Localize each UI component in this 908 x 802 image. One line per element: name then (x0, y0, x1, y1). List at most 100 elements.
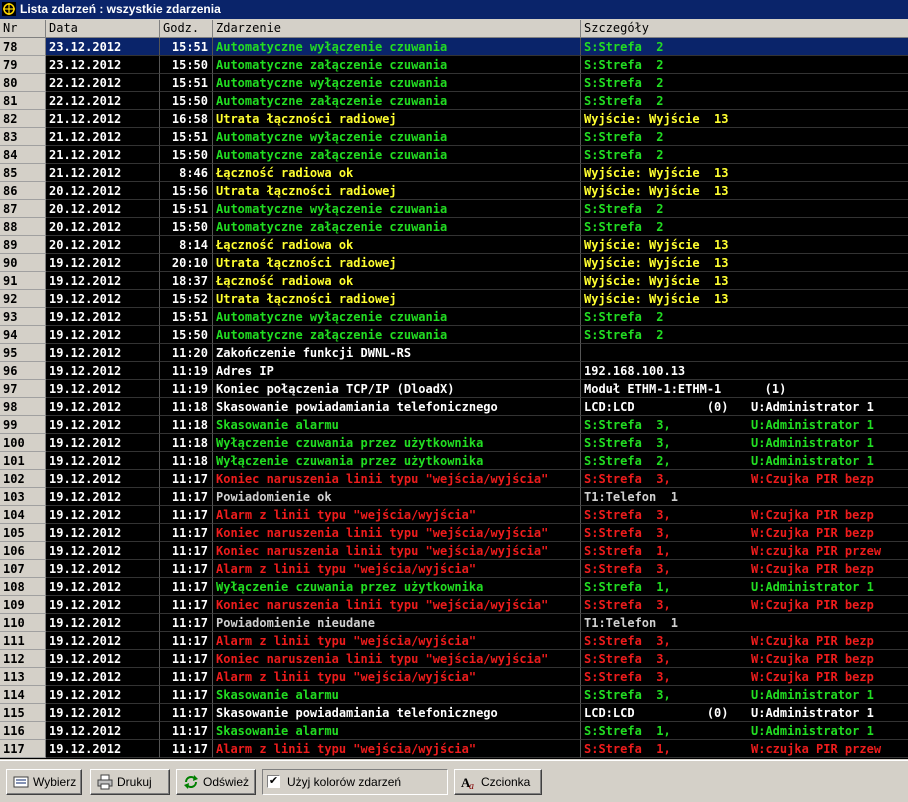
cell-nr: 79 (0, 56, 46, 74)
cell-event: Alarm z linii typu "wejścia/wyjścia" (213, 740, 581, 758)
table-row[interactable]: 113 19.12.2012 11:17 Alarm z linii typu "we… (0, 668, 908, 686)
table-row[interactable]: 103 19.12.2012 11:17 Powiadomienie ok T1:Tel… (0, 488, 908, 506)
table-row[interactable]: 93 19.12.2012 15:51 Automatyczne wyłączenie… (0, 308, 908, 326)
cell-time: 11:18 (160, 452, 213, 470)
cell-date: 20.12.2012 (46, 182, 160, 200)
details-primary: S:Strefa 1, (584, 742, 671, 756)
cell-nr: 88 (0, 218, 46, 236)
table-row[interactable]: 88 20.12.2012 15:50 Automatyczne załączenie… (0, 218, 908, 236)
window-title: Lista zdarzeń : wszystkie zdarzenia (20, 2, 221, 16)
table-row[interactable]: 95 19.12.2012 11:20 Zakończenie funkcji DWN… (0, 344, 908, 362)
table-row[interactable]: 101 19.12.2012 11:18 Wyłączenie czuwania pr… (0, 452, 908, 470)
table-row[interactable]: 104 19.12.2012 11:17 Alarm z linii typu "we… (0, 506, 908, 524)
cell-event: Łączność radiowa ok (213, 272, 581, 290)
cell-nr: 109 (0, 596, 46, 614)
cell-date: 19.12.2012 (46, 632, 160, 650)
table-row[interactable]: 94 19.12.2012 15:50 Automatyczne załączenie… (0, 326, 908, 344)
table-row[interactable]: 78 23.12.2012 15:51 Automatyczne wyłączenie… (0, 38, 908, 56)
cell-details: S:Strefa 1, W:czujka PIR przew (581, 542, 908, 560)
font-icon: A a (461, 775, 474, 790)
details-secondary: W:Czujka PIR bezp (751, 598, 874, 612)
details-primary: Wyjście: Wyjście 13 (584, 166, 729, 180)
details-secondary: U:Administrator 1 (751, 724, 874, 738)
table-row[interactable]: 100 19.12.2012 11:18 Wyłączenie czuwania pr… (0, 434, 908, 452)
column-header-time[interactable]: Godz. (160, 20, 213, 37)
table-row[interactable]: 108 19.12.2012 11:17 Wyłączenie czuwania pr… (0, 578, 908, 596)
details-primary: 192.168.100.13 (584, 364, 686, 378)
cell-date: 19.12.2012 (46, 452, 160, 470)
details-secondary: W:Czujka PIR bezp (751, 472, 874, 486)
cell-nr: 86 (0, 182, 46, 200)
column-header-event[interactable]: Zdarzenie (213, 20, 581, 37)
table-row[interactable]: 84 21.12.2012 15:50 Automatyczne załączenie… (0, 146, 908, 164)
table-row[interactable]: 91 19.12.2012 18:37 Łączność radiowa ok Wyjś… (0, 272, 908, 290)
table-row[interactable]: 82 21.12.2012 16:58 Utrata łączności radiow… (0, 110, 908, 128)
details-primary: S:Strefa 3, (584, 436, 671, 450)
table-row[interactable]: 110 19.12.2012 11:17 Powiadomienie nieudane… (0, 614, 908, 632)
table-row[interactable]: 115 19.12.2012 11:17 Skasowanie powiadamian… (0, 704, 908, 722)
table-row[interactable]: 85 21.12.2012 8:46 Łączność radiowa ok Wyjśc… (0, 164, 908, 182)
cell-event: Utrata łączności radiowej (213, 290, 581, 308)
details-primary: S:Strefa 2 (584, 94, 664, 108)
table-row[interactable]: 116 19.12.2012 11:17 Skasowanie alarmu S:Str… (0, 722, 908, 740)
table-row[interactable]: 79 23.12.2012 15:50 Automatyczne załączenie… (0, 56, 908, 74)
table-row[interactable]: 106 19.12.2012 11:17 Koniec naruszenia lini… (0, 542, 908, 560)
table-row[interactable]: 96 19.12.2012 11:19 Adres IP 192.168.100.13 (0, 362, 908, 380)
details-secondary: U:Administrator 1 (751, 418, 874, 432)
cell-date: 19.12.2012 (46, 722, 160, 740)
table-row[interactable]: 102 19.12.2012 11:17 Koniec naruszenia lini… (0, 470, 908, 488)
cell-nr: 87 (0, 200, 46, 218)
table-row[interactable]: 117 19.12.2012 11:17 Alarm z linii typu "we… (0, 740, 908, 758)
print-button[interactable]: Drukuj (90, 769, 170, 795)
font-button[interactable]: A a Czcionka (454, 769, 542, 795)
table-row[interactable]: 98 19.12.2012 11:18 Skasowanie powiadamiani… (0, 398, 908, 416)
table-row[interactable]: 105 19.12.2012 11:17 Koniec naruszenia lini… (0, 524, 908, 542)
use-event-colors-checkbox[interactable]: ✔ Użyj kolorów zdarzeń (262, 769, 448, 795)
select-button[interactable]: Wybierz (6, 769, 82, 795)
column-header-details[interactable]: Szczegóły (581, 20, 908, 37)
table-row[interactable]: 111 19.12.2012 11:17 Alarm z linii typu "we… (0, 632, 908, 650)
table-row[interactable]: 109 19.12.2012 11:17 Koniec naruszenia lini… (0, 596, 908, 614)
details-primary: S:Strefa 3, (584, 670, 671, 684)
table-row[interactable]: 83 21.12.2012 15:51 Automatyczne wyłączenie… (0, 128, 908, 146)
table-row[interactable]: 89 20.12.2012 8:14 Łączność radiowa ok Wyjśc… (0, 236, 908, 254)
details-secondary: U:Administrator 1 (751, 706, 874, 720)
details-primary: S:Strefa 2 (584, 76, 664, 90)
details-primary: S:Strefa 3, (584, 652, 671, 666)
refresh-button[interactable]: Odśwież (176, 769, 256, 795)
cell-date: 19.12.2012 (46, 416, 160, 434)
table-row[interactable]: 81 22.12.2012 15:50 Automatyczne załączenie… (0, 92, 908, 110)
table-row[interactable]: 114 19.12.2012 11:17 Skasowanie alarmu S:Str… (0, 686, 908, 704)
table-row[interactable]: 90 19.12.2012 20:10 Utrata łączności radiow… (0, 254, 908, 272)
table-row[interactable]: 99 19.12.2012 11:18 Skasowanie alarmu S:Stre… (0, 416, 908, 434)
table-row[interactable]: 112 19.12.2012 11:17 Koniec naruszenia lini… (0, 650, 908, 668)
events-table[interactable]: 78 23.12.2012 15:51 Automatyczne wyłączenie… (0, 38, 908, 759)
details-primary: S:Strefa 3, (584, 688, 671, 702)
table-row[interactable]: 107 19.12.2012 11:17 Alarm z linii typu "we… (0, 560, 908, 578)
cell-date: 21.12.2012 (46, 164, 160, 182)
cell-date: 19.12.2012 (46, 524, 160, 542)
cell-date: 19.12.2012 (46, 434, 160, 452)
table-row[interactable]: 92 19.12.2012 15:52 Utrata łączności radiow… (0, 290, 908, 308)
cell-time: 11:17 (160, 632, 213, 650)
column-header-date[interactable]: Data (46, 20, 160, 37)
checkbox-checkmark-icon[interactable]: ✔ (267, 775, 280, 788)
cell-details: S:Strefa 3, U:Administrator 1 (581, 434, 908, 452)
cell-details: Wyjście: Wyjście 13 (581, 290, 908, 308)
refresh-icon (184, 775, 198, 789)
cell-date: 19.12.2012 (46, 542, 160, 560)
cell-nr: 83 (0, 128, 46, 146)
cell-details: Wyjście: Wyjście 13 (581, 254, 908, 272)
column-header-nr[interactable]: Nr (0, 20, 46, 37)
table-row[interactable]: 86 20.12.2012 15:56 Utrata łączności radiow… (0, 182, 908, 200)
cell-details: 192.168.100.13 (581, 362, 908, 380)
table-row[interactable]: 80 22.12.2012 15:51 Automatyczne wyłączenie… (0, 74, 908, 92)
table-row[interactable]: 87 20.12.2012 15:51 Automatyczne wyłączenie… (0, 200, 908, 218)
cell-event: Utrata łączności radiowej (213, 182, 581, 200)
details-secondary: W:czujka PIR przew (751, 742, 882, 756)
cell-event: Automatyczne wyłączenie czuwania (213, 200, 581, 218)
table-row[interactable]: 97 19.12.2012 11:19 Koniec połączenia TCP/I… (0, 380, 908, 398)
cell-time: 11:18 (160, 434, 213, 452)
cell-details: S:Strefa 1, U:Administrator 1 (581, 722, 908, 740)
cell-event: Automatyczne załączenie czuwania (213, 92, 581, 110)
